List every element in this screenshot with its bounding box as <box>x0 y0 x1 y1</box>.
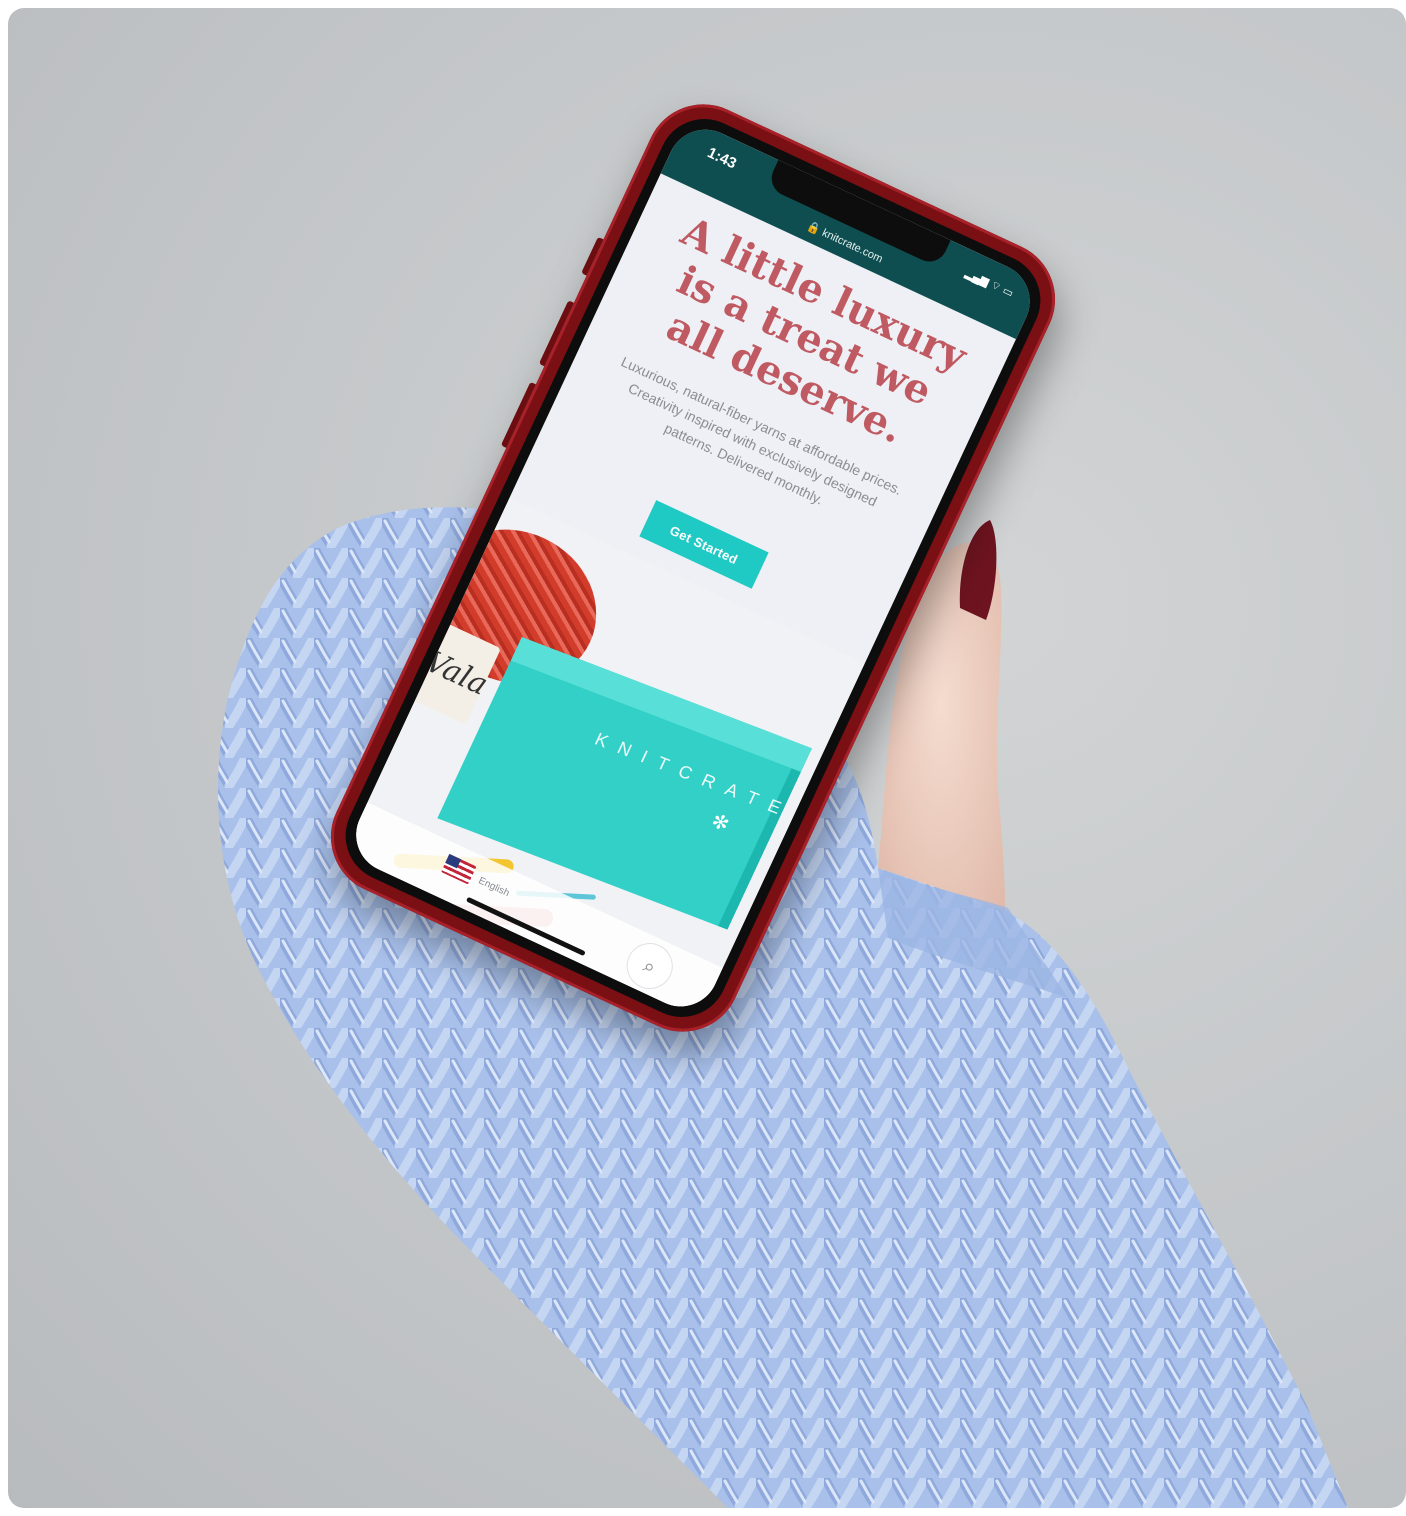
us-flag-icon[interactable] <box>440 853 477 885</box>
language-label[interactable]: English <box>477 875 511 899</box>
box-logo: KNITCRATE <box>591 729 796 823</box>
status-time: 1:43 <box>704 144 740 173</box>
photo-card: 1:43 ▂▄▆ ⌔ ▭ 🔒 knitcrate.com A little lu… <box>8 8 1406 1508</box>
chat-icon[interactable]: ⌕ <box>619 935 681 997</box>
star-icon: ✻ <box>707 808 734 837</box>
